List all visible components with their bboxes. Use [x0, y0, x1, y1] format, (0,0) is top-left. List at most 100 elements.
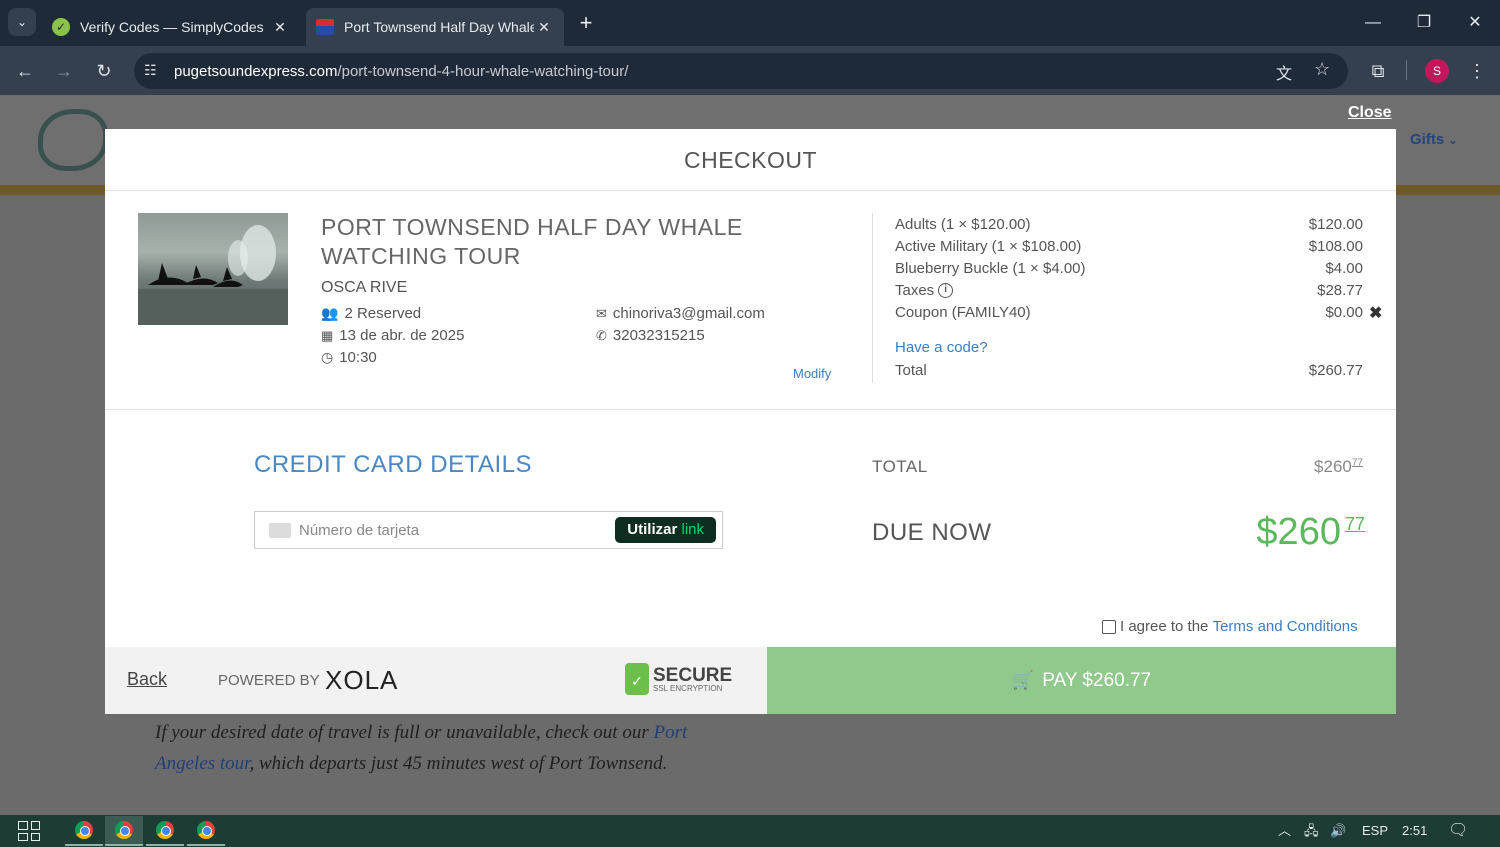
credit-card-icon [269, 522, 291, 538]
credit-card-title: CREDIT CARD DETAILS [254, 451, 532, 478]
tab-title: Port Townsend Half Day Whale [344, 19, 534, 35]
task-view-icon[interactable] [18, 821, 40, 841]
card-number-placeholder: Número de tarjeta [299, 521, 420, 539]
forward-arrow-icon[interactable]: → [51, 58, 77, 84]
line-item-label: Blueberry Buckle (1 × $4.00) [895, 260, 1086, 277]
chrome-icon [156, 821, 174, 839]
due-now-amount: $260 77 [1256, 511, 1365, 553]
address-bar[interactable]: ☷ pugetsoundexpress.com/port-townsend-4-… [134, 53, 1348, 89]
calendar-icon: ▦ [321, 327, 334, 343]
info-icon[interactable]: i [938, 283, 954, 298]
xola-logo: XOLA [325, 665, 399, 695]
powered-by-label: POWERED BY [218, 672, 320, 689]
translate-icon[interactable]: ⽂ [1276, 60, 1292, 84]
users-icon: 👥 [321, 305, 339, 321]
total-value: $260.77 [1308, 362, 1363, 379]
customer-name: OSCA RIVE [321, 279, 408, 296]
tab-verify-codes[interactable]: ✓ Verify Codes — SimplyCodes ✕ [42, 8, 300, 46]
tab-title: Verify Codes — SimplyCodes [80, 19, 264, 35]
link-brand: link [681, 521, 704, 538]
clock[interactable]: 2:51 [1402, 815, 1427, 847]
have-code-link[interactable]: Have a code? [895, 339, 988, 356]
email-info: ✉ chinoriva3@gmail.com [596, 305, 765, 322]
close-tab-icon[interactable]: ✕ [270, 19, 290, 36]
line-item-label: Active Military (1 × $108.00) [895, 238, 1082, 255]
chrome-icon [197, 821, 215, 839]
tab-port-townsend[interactable]: Port Townsend Half Day Whale ✕ [306, 8, 564, 46]
phone-info: ✆ 32032315215 [596, 327, 705, 344]
chrome-icon [115, 821, 133, 839]
clock-icon: ◷ [321, 349, 334, 365]
browser-tab-bar: ⌄ ✓ Verify Codes — SimplyCodes ✕ Port To… [0, 0, 1500, 46]
restore-icon[interactable]: ❐ [1409, 10, 1439, 36]
url-domain: pugetsoundexpress.com [174, 62, 338, 80]
site-settings-icon[interactable]: ☷ [144, 62, 157, 79]
due-now-label: DUE NOW [872, 519, 992, 546]
line-item-value: $4.00 [1325, 260, 1363, 277]
modify-link[interactable]: Modify [793, 366, 831, 381]
simplycodes-favicon-icon: ✓ [52, 18, 70, 36]
padlock-check-icon: ✓ [625, 663, 649, 695]
chrome-icon [75, 821, 93, 839]
puget-sound-logo [38, 109, 108, 171]
reload-icon[interactable]: ↻ [91, 58, 117, 84]
puget-sound-favicon-icon [316, 19, 334, 35]
line-item-value: $28.77 [1317, 282, 1363, 299]
remove-coupon-icon[interactable]: ✖ [1369, 303, 1382, 323]
bookmark-star-icon[interactable]: ☆ [1314, 59, 1330, 80]
extensions-icon[interactable]: ⧉ [1365, 58, 1391, 84]
checkout-modal: CHECKOUT PORT TOWNSEND HALF DAY WHALE WA… [105, 129, 1396, 714]
modal-title: CHECKOUT [105, 129, 1396, 191]
profile-avatar[interactable]: S [1425, 59, 1449, 83]
tab-search-button[interactable]: ⌄ [8, 8, 36, 36]
close-modal-link[interactable]: Close [1348, 104, 1392, 122]
taskbar-chrome-4[interactable] [187, 816, 225, 846]
date-info: ▦ 13 de abr. de 2025 [321, 327, 465, 344]
windows-taskbar: ︿ 🖧 🔊 ESP 2:51 🗨 [0, 815, 1500, 847]
tray-chevron-up-icon[interactable]: ︿ [1278, 815, 1291, 847]
url-text: pugetsoundexpress.com/port-townsend-4-ho… [174, 63, 628, 80]
taskbar-chrome-3[interactable] [146, 816, 184, 846]
toolbar-divider [1406, 60, 1407, 80]
section-divider [105, 409, 1396, 410]
total-label: Total [895, 362, 927, 379]
summary-separator [872, 213, 873, 383]
time-info: ◷ 10:30 [321, 349, 377, 366]
reserved-info: 👥 2 Reserved [321, 305, 422, 322]
secure-badge: ✓ SECURE SSL ENCRYPTION [625, 663, 732, 695]
back-link[interactable]: Back [127, 669, 167, 690]
tour-image [138, 213, 288, 325]
line-item-label: Coupon (FAMILY40) [895, 304, 1031, 321]
line-item-value: $0.00 [1325, 304, 1363, 321]
menu-kebab-icon[interactable]: ⋮ [1464, 58, 1490, 84]
back-arrow-icon[interactable]: ← [12, 58, 38, 84]
minimize-icon[interactable]: — [1358, 10, 1388, 36]
terms-agreement: I agree to the Terms and Conditions [1102, 618, 1358, 635]
tour-name: PORT TOWNSEND HALF DAY WHALE WATCHING TO… [321, 214, 743, 269]
line-item-value: $108.00 [1308, 238, 1363, 255]
close-tab-icon[interactable]: ✕ [534, 19, 554, 36]
network-icon[interactable]: 🖧 [1304, 815, 1319, 847]
chevron-down-icon: ⌄ [1448, 135, 1458, 147]
new-tab-icon[interactable]: + [574, 10, 598, 36]
terms-link[interactable]: Terms and Conditions [1213, 618, 1358, 635]
taskbar-chrome-2[interactable] [105, 816, 143, 846]
card-number-input[interactable]: Número de tarjeta Utilizar link [254, 511, 723, 549]
taskbar-chrome-1[interactable] [65, 816, 103, 846]
nav-gifts[interactable]: Gifts ⌄ [1410, 131, 1458, 148]
orca-photo-icon [138, 225, 288, 325]
pay-button[interactable]: 🛒 PAY $260.77 [767, 647, 1396, 714]
language-indicator[interactable]: ESP [1362, 815, 1388, 847]
notifications-icon[interactable]: 🗨 [1448, 815, 1468, 847]
line-item-value: $120.00 [1308, 216, 1363, 233]
url-path: /port-townsend-4-hour-whale-watching-tou… [337, 62, 629, 80]
browser-toolbar: ← → ↻ ☷ pugetsoundexpress.com/port-towns… [0, 46, 1500, 95]
page-paragraph: If your desired date of travel is full o… [155, 722, 688, 774]
summary-total-label: TOTAL [872, 457, 928, 476]
volume-icon[interactable]: 🔊 [1330, 815, 1346, 847]
stripe-link-button[interactable]: Utilizar link [615, 517, 716, 543]
window-close-icon[interactable]: ✕ [1460, 10, 1490, 36]
agree-checkbox[interactable] [1102, 619, 1116, 634]
modal-footer: Back POWERED BY XOLA ✓ SECURE SSL ENCRYP… [105, 647, 767, 714]
line-item-label: Adults (1 × $120.00) [895, 216, 1031, 233]
